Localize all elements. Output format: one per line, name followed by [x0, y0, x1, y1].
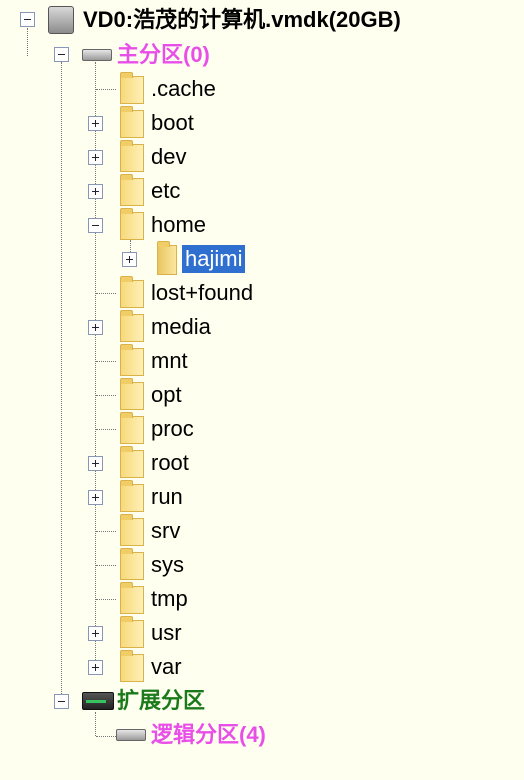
folder-icon — [120, 616, 144, 648]
folder-item[interactable]: run — [148, 482, 186, 512]
folder-item[interactable]: proc — [148, 414, 197, 444]
folder-icon — [120, 72, 144, 104]
folder-label: lost+found — [151, 280, 254, 305]
folder-item[interactable]: boot — [148, 108, 197, 138]
folder-item-selected[interactable]: hajimi — [182, 244, 246, 274]
folder-label: dev — [151, 144, 187, 169]
expand-button[interactable] — [88, 626, 103, 641]
root-label: VD0:浩茂的计算机.vmdk(20GB) — [83, 7, 401, 32]
folder-item[interactable]: opt — [148, 380, 185, 410]
folder-label: tmp — [151, 586, 188, 611]
folder-item[interactable]: home — [148, 210, 209, 240]
tree-line — [96, 293, 116, 294]
folder-icon — [120, 412, 144, 444]
collapse-button[interactable] — [88, 218, 103, 233]
expand-button[interactable] — [88, 320, 103, 335]
logical-partition-node[interactable]: 逻辑分区(4) — [148, 720, 269, 750]
logical-label: 逻辑分区(4) — [151, 722, 266, 747]
folder-icon — [120, 276, 144, 308]
folder-label: proc — [151, 416, 194, 441]
folder-label: home — [151, 212, 207, 237]
folder-label: usr — [151, 620, 182, 645]
folder-icon — [120, 514, 144, 546]
primary-partition-node[interactable]: 主分区(0) — [114, 40, 213, 70]
extended-label: 扩展分区 — [117, 688, 206, 713]
folder-item[interactable]: dev — [148, 142, 189, 172]
tree-line — [96, 736, 116, 737]
primary-label: 主分区(0) — [117, 42, 210, 67]
folder-item[interactable]: srv — [148, 516, 183, 546]
tree-line — [27, 28, 28, 56]
folder-label: hajimi — [182, 245, 246, 273]
folder-item[interactable]: etc — [148, 176, 183, 206]
drive-icon — [116, 729, 146, 741]
folder-label: .cache — [151, 76, 216, 101]
expand-button[interactable] — [88, 490, 103, 505]
folder-item[interactable]: root — [148, 448, 192, 478]
folder-item[interactable]: mnt — [148, 346, 191, 376]
folder-item[interactable]: tmp — [148, 584, 191, 614]
folder-icon — [120, 650, 144, 682]
folder-label: srv — [151, 518, 181, 543]
folder-label: root — [151, 450, 189, 475]
root-node[interactable]: VD0:浩茂的计算机.vmdk(20GB) — [80, 5, 404, 35]
tree-line — [96, 361, 116, 362]
expand-button[interactable] — [88, 150, 103, 165]
folder-icon — [120, 582, 144, 614]
tree-line — [95, 712, 96, 736]
primary-collapse-button[interactable] — [54, 47, 69, 62]
folder-label: boot — [151, 110, 194, 135]
virtual-disk-icon — [48, 6, 74, 34]
tree-line — [96, 89, 116, 90]
folder-icon — [120, 378, 144, 410]
extended-collapse-button[interactable] — [54, 694, 69, 709]
folder-label: run — [151, 484, 183, 509]
folder-icon — [120, 174, 144, 206]
folder-label: media — [151, 314, 211, 339]
extended-partition-node[interactable]: 扩展分区 — [114, 686, 208, 716]
folder-icon — [120, 446, 144, 478]
folder-item[interactable]: usr — [148, 618, 185, 648]
folder-icon — [120, 548, 144, 580]
expand-button[interactable] — [122, 252, 137, 267]
folder-item[interactable]: .cache — [148, 74, 219, 104]
folder-icon — [120, 106, 144, 138]
root-collapse-button[interactable] — [20, 12, 35, 27]
partition-tree: VD0:浩茂的计算机.vmdk(20GB) 主分区(0) .cache boot d… — [0, 0, 524, 780]
tree-line — [96, 395, 116, 396]
drive-icon — [82, 49, 112, 61]
open-folder-icon — [157, 241, 177, 275]
expand-button[interactable] — [88, 184, 103, 199]
folder-icon — [120, 310, 144, 342]
folder-item[interactable]: media — [148, 312, 214, 342]
folder-label: sys — [151, 552, 184, 577]
expand-button[interactable] — [88, 116, 103, 131]
folder-label: opt — [151, 382, 182, 407]
folder-icon — [120, 344, 144, 376]
tree-line — [61, 62, 62, 702]
tree-line — [96, 531, 116, 532]
folder-label: etc — [151, 178, 181, 203]
tree-line — [130, 240, 131, 252]
folder-icon — [120, 480, 144, 512]
expand-button[interactable] — [88, 456, 103, 471]
folder-label: mnt — [151, 348, 188, 373]
folder-item[interactable]: lost+found — [148, 278, 256, 308]
tree-line — [96, 599, 116, 600]
folder-item[interactable]: var — [148, 652, 185, 682]
folder-item[interactable]: sys — [148, 550, 187, 580]
folder-icon — [120, 140, 144, 172]
folder-icon — [120, 208, 144, 240]
extended-partition-icon — [82, 692, 114, 710]
tree-line — [96, 565, 116, 566]
folder-label: var — [151, 654, 182, 679]
expand-button[interactable] — [88, 660, 103, 675]
tree-line — [96, 429, 116, 430]
